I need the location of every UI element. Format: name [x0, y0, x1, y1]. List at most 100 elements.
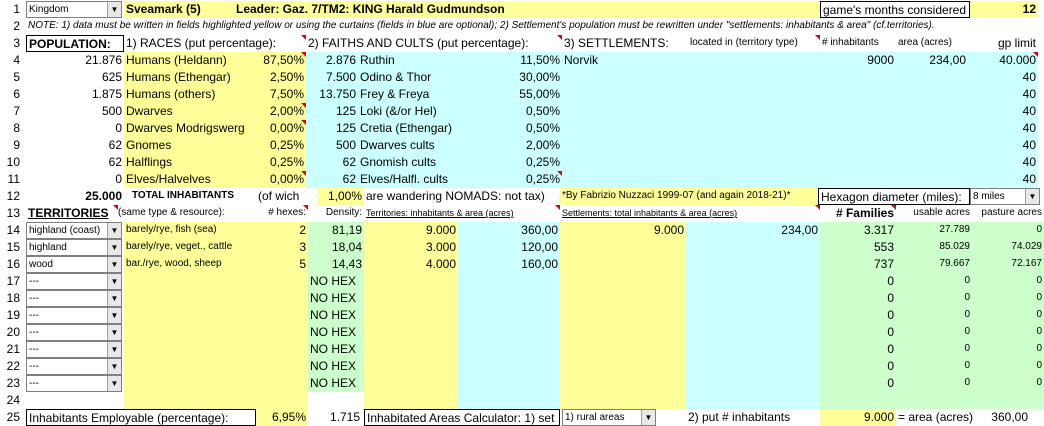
race-name[interactable]: Dwarves Modrigswerg — [124, 120, 256, 137]
race-pct[interactable]: 0,00% — [256, 171, 306, 188]
territory-inhabitants[interactable] — [364, 358, 458, 375]
territory-type-select[interactable]: --- ▼ — [26, 324, 122, 341]
territory-type-select[interactable]: --- ▼ — [26, 358, 122, 375]
race-pct[interactable]: 2,00% — [256, 103, 306, 120]
chevron-down-icon[interactable]: ▼ — [107, 308, 121, 323]
settlement-inhab[interactable]: 9000 — [820, 52, 896, 69]
race-pct[interactable]: 0,25% — [256, 137, 306, 154]
chevron-down-icon[interactable]: ▼ — [107, 325, 121, 340]
territory-inhabitants[interactable]: 4.000 — [364, 256, 458, 273]
race-name[interactable]: Halflings — [124, 154, 256, 171]
territory-inhabitants[interactable] — [364, 307, 458, 324]
chevron-down-icon[interactable]: ▼ — [107, 240, 121, 255]
territory-type-select[interactable]: highland (coast) ▼ — [26, 222, 122, 239]
territory-inhabitants[interactable] — [364, 324, 458, 341]
faith-name[interactable]: Frey & Freya — [358, 86, 498, 103]
territory-hexes[interactable] — [262, 290, 308, 307]
faith-pct[interactable]: 2,00% — [498, 137, 562, 154]
faith-name[interactable]: Loki (&/or Hel) — [358, 103, 498, 120]
settlement-inhabitants[interactable] — [560, 341, 686, 358]
gp-limit-value[interactable]: 40 — [968, 86, 1038, 103]
territory-inhabitants[interactable]: 3.000 — [364, 239, 458, 256]
chevron-down-icon[interactable]: ▼ — [107, 359, 121, 374]
comment-marker-icon[interactable] — [1033, 52, 1038, 57]
territory-hexes[interactable] — [262, 307, 308, 324]
settlement-inhabitants[interactable] — [560, 375, 686, 392]
race-pct[interactable]: 7,50% — [256, 86, 306, 103]
months-value[interactable]: 12 — [970, 1, 1038, 18]
territory-inhabitants[interactable] — [364, 341, 458, 358]
comment-marker-icon[interactable] — [815, 205, 820, 210]
chevron-down-icon[interactable]: ▼ — [107, 291, 121, 306]
settlement-inhabitants[interactable] — [560, 273, 686, 290]
territory-type-select[interactable]: --- ▼ — [26, 273, 122, 290]
comment-marker-icon[interactable] — [303, 205, 308, 210]
territory-hexes[interactable] — [262, 358, 308, 375]
territory-resource[interactable] — [124, 324, 262, 341]
comment-marker-icon[interactable] — [301, 35, 306, 40]
territory-type-select[interactable]: --- ▼ — [26, 341, 122, 358]
race-pct[interactable]: 0,25% — [256, 154, 306, 171]
faith-pct[interactable]: 0,50% — [498, 103, 562, 120]
territory-inhabitants[interactable]: 9.000 — [364, 222, 458, 239]
chevron-down-icon[interactable]: ▼ — [107, 342, 121, 357]
faith-name[interactable]: Gnomish cults — [358, 154, 498, 171]
faith-name[interactable]: Dwarves cults — [358, 137, 498, 154]
employable-pct[interactable]: 6,95% — [256, 409, 308, 426]
territory-resource[interactable]: barely/rye, fish (sea) — [124, 222, 262, 239]
territory-inhabitants[interactable] — [364, 273, 458, 290]
territory-hexes[interactable]: 3 — [262, 239, 308, 256]
chevron-down-icon[interactable]: ▼ — [107, 2, 121, 17]
leader-label[interactable]: Leader: Gaz. 7/TM2: KING Harald Gudmunds… — [234, 1, 820, 18]
calc-inhab-input[interactable]: 9.000 — [820, 409, 896, 426]
territory-type-select[interactable]: --- ▼ — [26, 375, 122, 392]
faith-name[interactable]: Ruthin — [358, 52, 498, 69]
settlement-area[interactable]: 234,00 — [896, 52, 968, 69]
faith-pct[interactable]: 0,25% — [498, 171, 562, 188]
gp-limit-value[interactable]: 40 — [968, 103, 1038, 120]
comment-marker-icon[interactable] — [555, 205, 560, 210]
comment-marker-icon[interactable] — [301, 120, 306, 125]
territory-hexes[interactable] — [262, 324, 308, 341]
hex-select[interactable]: 8 miles ▼ — [970, 188, 1040, 205]
territory-resource[interactable] — [124, 341, 262, 358]
faith-name[interactable]: Elves/Halfl. cults — [358, 171, 498, 188]
settlement-inhabitants[interactable] — [560, 358, 686, 375]
race-name[interactable]: Gnomes — [124, 137, 256, 154]
faith-pct[interactable]: 30,00% — [498, 69, 562, 86]
chevron-down-icon[interactable]: ▼ — [107, 257, 121, 272]
territory-inhabitants[interactable] — [364, 290, 458, 307]
territory-resource[interactable] — [124, 307, 262, 324]
comment-marker-icon[interactable] — [301, 52, 306, 57]
faith-name[interactable]: Odino & Thor — [358, 69, 498, 86]
calc-area-type-select[interactable]: 1) rural areas ▼ — [562, 409, 656, 426]
comment-marker-icon[interactable] — [557, 171, 562, 176]
race-pct[interactable]: 2,50% — [256, 69, 306, 86]
chevron-down-icon[interactable]: ▼ — [107, 223, 121, 238]
territory-hexes[interactable] — [262, 375, 308, 392]
territory-hexes[interactable] — [262, 341, 308, 358]
race-name[interactable]: Humans (Ethengar) — [124, 69, 256, 86]
territory-type-select[interactable]: wood ▼ — [26, 256, 122, 273]
chevron-down-icon[interactable]: ▼ — [1025, 189, 1039, 204]
kingdom-select[interactable]: Kingdom ▼ — [26, 1, 122, 18]
faith-pct[interactable]: 0,25% — [498, 154, 562, 171]
race-name[interactable]: Elves/Halvelves — [124, 171, 256, 188]
territory-type-select[interactable]: highland ▼ — [26, 239, 122, 256]
race-name[interactable]: Humans (others) — [124, 86, 256, 103]
comment-marker-icon[interactable] — [301, 103, 306, 108]
territory-resource[interactable] — [124, 375, 262, 392]
race-pct[interactable]: 87,50% — [256, 52, 306, 69]
territory-hexes[interactable]: 5 — [262, 256, 308, 273]
territory-type-select[interactable]: --- ▼ — [26, 290, 122, 307]
faith-pct[interactable]: 11,50% — [498, 52, 562, 69]
territory-type-select[interactable]: --- ▼ — [26, 307, 122, 324]
territory-resource[interactable]: bar./rye, wood, sheep — [124, 256, 262, 273]
nomads-pct[interactable]: 1,00% — [318, 188, 364, 205]
faith-name[interactable]: Cretia (Ethengar) — [358, 120, 498, 137]
territory-hexes[interactable]: 2 — [262, 222, 308, 239]
comment-marker-icon[interactable] — [891, 205, 896, 210]
chevron-down-icon[interactable]: ▼ — [641, 410, 655, 425]
gp-limit-value[interactable]: 40 — [968, 69, 1038, 86]
chevron-down-icon[interactable]: ▼ — [107, 274, 121, 289]
